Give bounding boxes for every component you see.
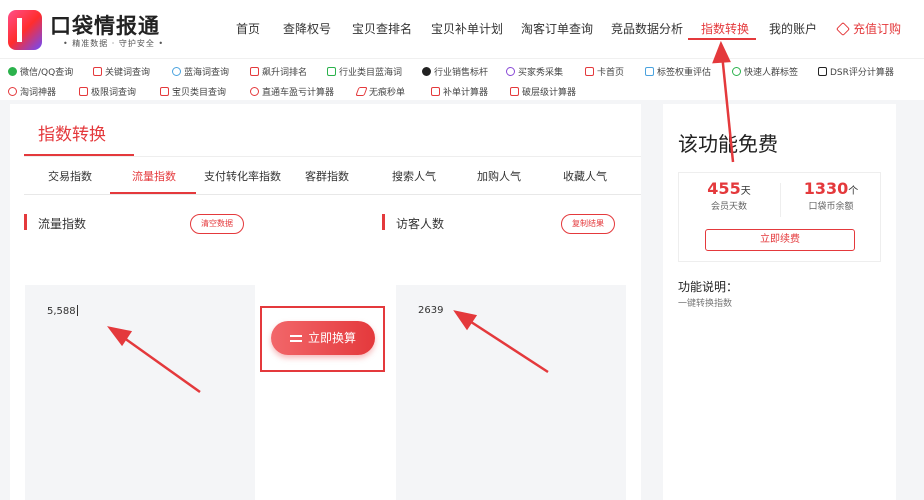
nav-index-conversion[interactable]: 指数转换: [701, 20, 749, 37]
trend-icon: [250, 67, 259, 76]
brand-slogan: • 精准数据 · 守护安全 •: [63, 39, 165, 48]
input-section-title: 流量指数: [38, 217, 87, 231]
category-grid-icon: [160, 87, 169, 96]
result-section-title: 访客人数: [396, 217, 445, 231]
convert-highlight-box: 立即换算: [260, 306, 385, 372]
search-doc-icon: [93, 67, 102, 76]
buyer-show-icon: [506, 67, 515, 76]
tool-crowd-tags[interactable]: 快速人群标签: [732, 65, 798, 78]
calculator-icon: [431, 87, 440, 96]
index-conversion-panel: 指数转换 交易指数 流量指数 支付转化率指数 客群指数 搜索人气 加购人气 收藏…: [10, 104, 641, 500]
feature-info-panel: 该功能免费 455天 会员天数 1330个 口袋币余额 立即续费 功能说明： 一…: [663, 104, 896, 500]
convert-label: 立即换算: [307, 331, 356, 345]
tool-industry-benchmark[interactable]: 行业销售标杆: [422, 65, 488, 78]
blue-ocean-icon: [172, 67, 181, 76]
tool-links-bar: 微信/QQ查询 关键词查询 蓝海词查询 飙升词排名 行业类目蓝海词 行业销售标杆…: [0, 58, 924, 100]
brand-name: 口袋情报通: [50, 14, 160, 38]
nav-item-rank[interactable]: 宝贝查排名: [352, 20, 412, 37]
profit-icon: [250, 87, 259, 96]
benchmark-icon: [422, 67, 431, 76]
tool-ztc-profit[interactable]: 直通车盈亏计算器: [250, 85, 334, 98]
shield-icon: [79, 87, 88, 96]
brand-logo[interactable]: 口袋情报通 • 精准数据 · 守护安全 •: [8, 8, 168, 52]
coin-balance-value: 1330: [803, 179, 849, 198]
tab-search-popularity[interactable]: 搜索人气: [392, 168, 436, 184]
tab-cart-popularity[interactable]: 加购人气: [477, 168, 521, 184]
section-marker: [382, 214, 385, 230]
tool-order-calculator[interactable]: 补单计算器: [431, 85, 488, 98]
traffic-index-input[interactable]: 5,588: [25, 285, 255, 500]
member-days-stat: 455天 会员天数: [679, 179, 779, 212]
tool-rising-words[interactable]: 飙升词排名: [250, 65, 307, 78]
nav-check-demotion[interactable]: 查降权号: [283, 20, 331, 37]
coin-balance-stat: 1330个 口袋币余额: [781, 179, 881, 212]
level-icon: [510, 87, 519, 96]
tag-icon: [835, 21, 851, 37]
input-value: 5,588: [47, 306, 76, 317]
tab-trade-index[interactable]: 交易指数: [48, 168, 92, 184]
copy-result-button[interactable]: 复制结果: [561, 214, 615, 234]
word-icon: [8, 87, 17, 96]
tool-tag-weight[interactable]: 标签权重评估: [645, 65, 711, 78]
tool-item-category[interactable]: 宝贝类目查询: [160, 85, 226, 98]
page-title: 指数转换: [38, 125, 106, 145]
tab-customer-group[interactable]: 客群指数: [305, 168, 349, 184]
tool-blue-ocean[interactable]: 蓝海词查询: [172, 65, 229, 78]
lightning-icon: [355, 87, 368, 96]
free-feature-title: 该功能免费: [678, 132, 778, 156]
tab-favorite-popularity[interactable]: 收藏人气: [563, 168, 607, 184]
renew-button[interactable]: 立即续费: [705, 229, 855, 251]
recharge-label: 充值订购: [853, 22, 902, 36]
tool-no-trace-order[interactable]: 无痕秒单: [355, 85, 405, 98]
clear-data-button[interactable]: 清空数据: [190, 214, 244, 234]
tool-dsr-calculator[interactable]: DSR评分计算器: [818, 65, 894, 78]
nav-home[interactable]: 首页: [236, 20, 260, 37]
nav-competitor-analysis[interactable]: 竞品数据分析: [611, 20, 683, 37]
logo-k-icon: [8, 10, 42, 50]
coin-balance-label: 口袋币余额: [808, 202, 854, 212]
top-header: 口袋情报通 • 精准数据 · 守护安全 • 首页 查降权号 宝贝查排名 宝贝补单…: [0, 0, 924, 58]
output-value: 2639: [418, 305, 444, 316]
tool-extreme-words[interactable]: 极限词查询: [79, 85, 136, 98]
member-days-unit: 天: [740, 186, 751, 197]
feature-description-title: 功能说明：: [678, 280, 739, 294]
member-days-value: 455: [707, 179, 741, 198]
coin-balance-unit: 个: [848, 186, 859, 197]
category-icon: [327, 67, 336, 76]
tab-payment-conversion[interactable]: 支付转化率指数: [204, 168, 281, 184]
tool-wechat-qq[interactable]: 微信/QQ查询: [8, 65, 73, 78]
nav-taoke-orders[interactable]: 淘客订单查询: [521, 20, 593, 37]
tab-traffic-index[interactable]: 流量指数: [132, 168, 176, 184]
divider: [24, 194, 641, 195]
convert-button[interactable]: 立即换算: [271, 321, 375, 355]
home-icon: [585, 67, 594, 76]
nav-order-plan[interactable]: 宝贝补单计划: [431, 20, 503, 37]
account-stats: 455天 会员天数 1330个 口袋币余额 立即续费: [678, 172, 881, 262]
section-marker: [24, 214, 27, 230]
divider: [24, 156, 641, 157]
people-icon: [732, 67, 741, 76]
grid-icon: [818, 67, 827, 76]
tool-buyer-show[interactable]: 买家秀采集: [506, 65, 563, 78]
tool-level-calculator[interactable]: 破层级计算器: [510, 85, 576, 98]
wechat-icon: [8, 67, 17, 76]
visitor-count-output[interactable]: 2639: [396, 285, 626, 500]
tool-keyword[interactable]: 关键词查询: [93, 65, 150, 78]
nav-active-indicator: [688, 38, 756, 40]
text-caret: [76, 305, 78, 316]
nav-my-account[interactable]: 我的账户: [769, 20, 817, 37]
swap-icon: [289, 333, 302, 343]
tool-word-magic[interactable]: 淘词神器: [8, 85, 56, 98]
tool-card-homepage[interactable]: 卡首页: [585, 65, 624, 78]
tag-weight-icon: [645, 67, 654, 76]
feature-description-text: 一键转换指数: [678, 299, 733, 309]
recharge-link[interactable]: 充值订购: [835, 20, 902, 37]
tool-category-blue-ocean[interactable]: 行业类目蓝海词: [327, 65, 402, 78]
member-days-label: 会员天数: [710, 202, 747, 212]
